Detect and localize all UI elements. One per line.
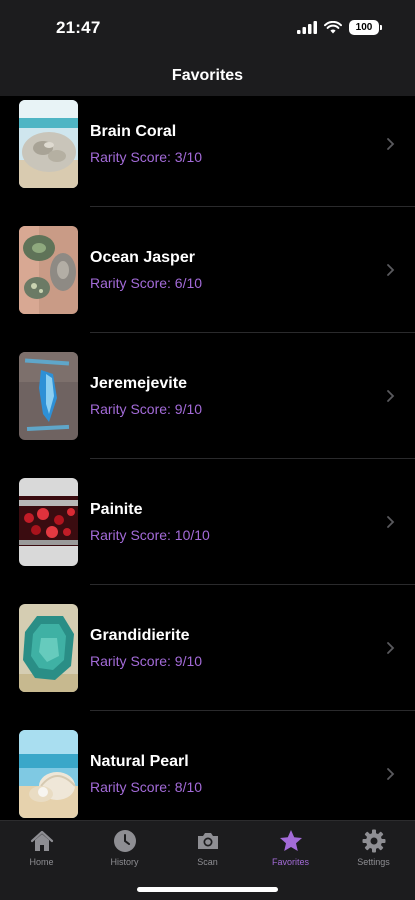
chevron-right-icon [387,390,395,402]
chevron-right-icon [387,138,395,150]
list-item[interactable]: Brain Coral Rarity Score: 3/10 [0,96,415,221]
nav-bar: Favorites [0,56,415,96]
rarity-score: Rarity Score: 9/10 [90,653,203,669]
tab-settings[interactable]: Settings [332,821,415,877]
cellular-signal-icon [297,21,317,34]
item-name: Grandidierite [90,627,190,644]
favorites-list: Brain Coral Rarity Score: 3/10 Ocean Jas… [0,96,415,820]
tab-home[interactable]: Home [0,821,83,877]
home-icon [30,830,53,851]
item-thumbnail [19,226,78,314]
rarity-score: Rarity Score: 3/10 [90,149,203,165]
rarity-score: Rarity Score: 10/10 [90,527,210,543]
item-thumbnail [19,604,78,692]
row-divider [90,206,415,207]
list-item[interactable]: Ocean Jasper Rarity Score: 6/10 [0,222,415,347]
chevron-right-icon [387,264,395,276]
item-thumbnail [19,478,78,566]
rarity-score: Rarity Score: 8/10 [90,779,203,795]
list-item[interactable]: Jeremejevite Rarity Score: 9/10 [0,348,415,473]
row-divider [90,458,415,459]
item-name: Ocean Jasper [90,249,195,266]
tab-label: Favorites [271,857,309,867]
item-thumbnail [19,100,78,188]
star-icon [279,830,302,851]
status-time: 21:47 [56,18,101,37]
tab-label: Settings [357,857,390,867]
tab-history[interactable]: History [83,821,166,877]
status-icons: 100 [297,20,382,35]
battery-icon: 100 [349,20,382,35]
item-name: Brain Coral [90,123,177,140]
status-bar: 21:47 100 [0,0,415,56]
item-name: Natural Pearl [90,753,189,770]
item-name: Painite [90,501,143,518]
page-title: Favorites [171,67,244,84]
chevron-right-icon [387,768,395,780]
wifi-icon [324,21,342,34]
row-divider [90,710,415,711]
chevron-right-icon [387,642,395,654]
chevron-right-icon [387,516,395,528]
tab-label: Scan [197,857,218,867]
rarity-score: Rarity Score: 9/10 [90,401,203,417]
tab-label: Home [29,857,54,867]
battery-level: 100 [355,22,373,33]
tab-scan[interactable]: Scan [166,821,249,877]
camera-icon [197,833,218,849]
clock-icon [113,830,136,852]
item-thumbnail [19,352,78,440]
home-indicator [137,887,278,892]
tab-favorites[interactable]: Favorites [249,821,332,877]
row-divider [90,584,415,585]
row-divider [90,332,415,333]
list-item[interactable]: Painite Rarity Score: 10/10 [0,474,415,599]
item-name: Jeremejevite [90,375,187,392]
item-thumbnail [19,730,78,818]
tab-label: History [110,857,139,867]
list-item[interactable]: Natural Pearl Rarity Score: 8/10 [0,726,415,820]
gear-icon [362,829,385,853]
list-item[interactable]: Grandidierite Rarity Score: 9/10 [0,600,415,725]
rarity-score: Rarity Score: 6/10 [90,275,203,291]
